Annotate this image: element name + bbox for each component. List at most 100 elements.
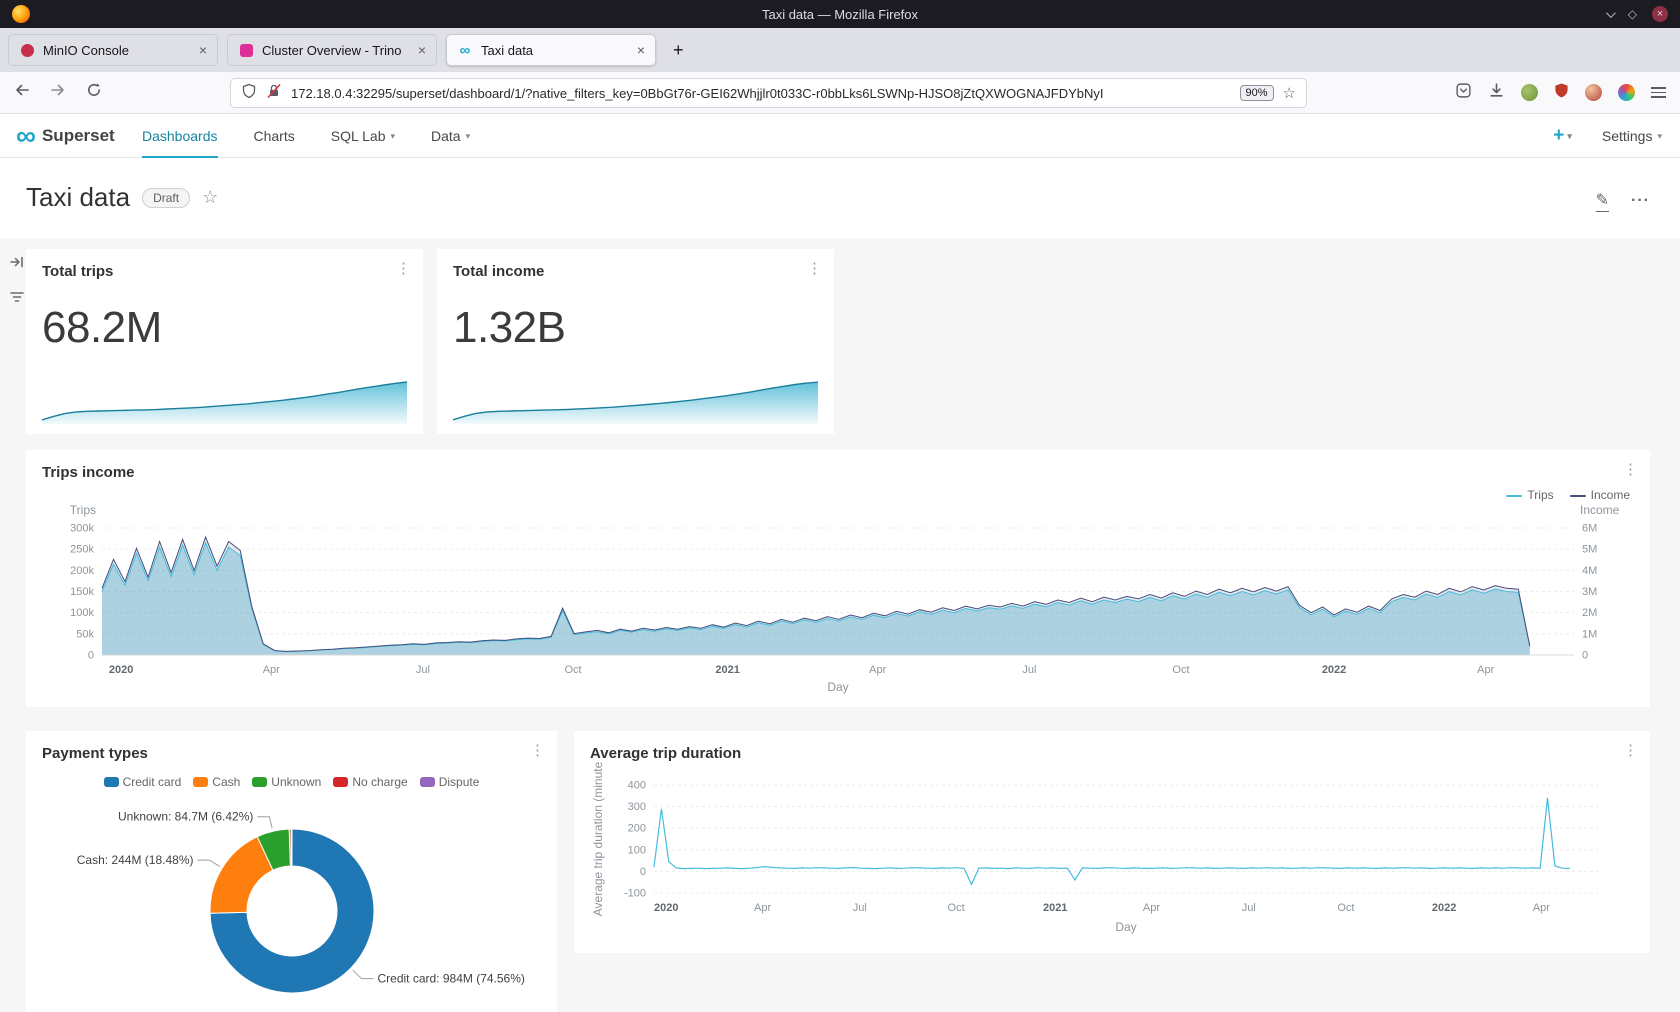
minimize-button[interactable]: [1606, 5, 1613, 23]
close-window-button[interactable]: ×: [1652, 6, 1668, 22]
new-object-button[interactable]: +▾: [1553, 125, 1572, 147]
tab-label: Cluster Overview - Trino: [262, 43, 410, 58]
edit-dashboard-icon[interactable]: ✎: [1596, 190, 1609, 212]
svg-text:200k: 200k: [70, 565, 94, 577]
svg-text:250k: 250k: [70, 544, 94, 556]
tab-trino-cluster-overview[interactable]: Cluster Overview - Trino ×: [227, 34, 437, 66]
svg-text:6M: 6M: [1582, 523, 1597, 535]
card-total-trips: Total trips ⋮ 68.2M: [26, 249, 423, 434]
svg-text:100k: 100k: [70, 607, 94, 619]
svg-text:Apr: Apr: [1477, 664, 1494, 676]
url-bar[interactable]: 172.18.0.4:32295/superset/dashboard/1/?n…: [230, 78, 1307, 108]
svg-text:1M: 1M: [1582, 628, 1597, 640]
tab-minio-console[interactable]: MinIO Console ×: [8, 34, 218, 66]
chevron-down-icon: ▾: [1567, 131, 1572, 142]
maximize-button[interactable]: ◇: [1628, 7, 1637, 21]
svg-text:Day: Day: [827, 680, 848, 694]
zoom-level-badge[interactable]: 90%: [1240, 85, 1274, 101]
svg-text:0: 0: [1582, 650, 1588, 662]
tab-label: MinIO Console: [43, 43, 191, 58]
card-title: Total income: [453, 263, 544, 280]
reload-button[interactable]: [86, 82, 102, 103]
svg-text:2022: 2022: [1322, 664, 1346, 676]
kebab-menu-icon[interactable]: ⋮: [396, 261, 411, 276]
avg-trip-duration-chart: 4003002001000-1002020AprJulOct2021AprJul…: [590, 771, 1634, 943]
chevron-down-icon: ▾: [1657, 131, 1662, 142]
superset-favicon: ∞: [457, 42, 473, 58]
chevron-down-icon: ▾: [390, 131, 395, 142]
downloads-icon[interactable]: [1488, 82, 1505, 104]
svg-text:Jul: Jul: [416, 664, 430, 676]
kebab-menu-icon[interactable]: ⋮: [807, 261, 822, 276]
forward-button[interactable]: [50, 82, 66, 103]
firefox-window: Taxi data — Mozilla Firefox ◇ × MinIO Co…: [0, 0, 1680, 1012]
svg-text:0: 0: [88, 650, 94, 662]
svg-text:Cash: 244M (18.48%): Cash: 244M (18.48%): [77, 853, 194, 867]
ublock-shield-icon[interactable]: [1554, 82, 1569, 104]
account-avatar[interactable]: [1585, 84, 1602, 101]
tab-taxi-data[interactable]: ∞ Taxi data ×: [446, 34, 656, 66]
chevron-down-icon: ▾: [466, 131, 471, 142]
svg-text:2M: 2M: [1582, 607, 1597, 619]
superset-logo[interactable]: ∞ Superset: [16, 114, 115, 158]
nav-item-charts[interactable]: Charts: [254, 114, 295, 158]
filter-rail: [9, 254, 25, 310]
svg-text:2020: 2020: [654, 902, 678, 914]
svg-text:Jul: Jul: [1022, 664, 1036, 676]
svg-text:2020: 2020: [109, 664, 133, 676]
svg-text:0: 0: [640, 866, 646, 878]
trino-favicon: [238, 42, 254, 58]
expand-filter-bar-icon[interactable]: [9, 254, 25, 275]
trips-income-chart: 300k250k200k150k100k50k06M5M4M3M2M1M0Tri…: [42, 494, 1634, 699]
svg-text:Jul: Jul: [1242, 902, 1256, 914]
window-title: Taxi data — Mozilla Firefox: [0, 7, 1680, 22]
card-title: Average trip duration: [590, 745, 741, 762]
svg-text:Trips: Trips: [70, 503, 96, 517]
bookmark-star-icon[interactable]: ☆: [1283, 84, 1296, 102]
chevron-down-icon: [1606, 8, 1616, 18]
settings-menu[interactable]: Settings▾: [1602, 128, 1662, 144]
card-total-income: Total income ⋮ 1.32B: [437, 249, 834, 434]
window-titlebar: Taxi data — Mozilla Firefox ◇ ×: [0, 0, 1680, 28]
url-text[interactable]: 172.18.0.4:32295/superset/dashboard/1/?n…: [291, 86, 1231, 101]
pocket-icon[interactable]: [1455, 82, 1472, 104]
tab-label: Taxi data: [481, 43, 629, 58]
insecure-lock-icon[interactable]: [266, 83, 282, 104]
kebab-menu-icon[interactable]: ⋮: [1623, 743, 1638, 758]
svg-text:300k: 300k: [70, 523, 94, 535]
svg-text:Apr: Apr: [869, 664, 886, 676]
tab-close-icon[interactable]: ×: [199, 43, 207, 57]
more-options-icon[interactable]: ···: [1631, 192, 1650, 210]
favorite-star-icon[interactable]: ☆: [202, 187, 218, 208]
extension-icon[interactable]: [1521, 84, 1538, 101]
svg-text:Apr: Apr: [1533, 902, 1550, 914]
svg-text:Oct: Oct: [564, 664, 581, 676]
total-income-value: 1.32B: [453, 303, 565, 353]
svg-text:Apr: Apr: [1143, 902, 1160, 914]
nav-item-dashboards[interactable]: Dashboards: [142, 114, 218, 158]
extension-pinwheel-icon[interactable]: [1618, 84, 1635, 101]
tab-bar: MinIO Console × Cluster Overview - Trino…: [0, 28, 1680, 72]
svg-text:100: 100: [628, 844, 646, 856]
filter-icon[interactable]: [9, 289, 25, 310]
svg-text:300: 300: [628, 801, 646, 813]
svg-text:400: 400: [628, 780, 646, 792]
nav-item-data[interactable]: Data▾: [431, 114, 470, 158]
svg-text:2021: 2021: [715, 664, 739, 676]
total-trips-value: 68.2M: [42, 303, 162, 353]
svg-text:3M: 3M: [1582, 586, 1597, 598]
svg-text:2022: 2022: [1432, 902, 1456, 914]
firefox-logo-icon: [12, 5, 30, 23]
tab-close-icon[interactable]: ×: [637, 43, 645, 57]
new-tab-button[interactable]: +: [665, 40, 692, 61]
shield-icon[interactable]: [241, 83, 257, 104]
menu-hamburger-icon[interactable]: [1651, 87, 1666, 98]
svg-text:Oct: Oct: [948, 902, 965, 914]
back-button[interactable]: [14, 82, 30, 103]
t tab-close-icon[interactable]: ×: [418, 43, 426, 57]
svg-text:Income: Income: [1580, 503, 1620, 517]
kebab-menu-icon[interactable]: ⋮: [530, 743, 545, 758]
minio-favicon: [19, 42, 35, 58]
nav-item-sql-lab[interactable]: SQL Lab▾: [331, 114, 395, 158]
kebab-menu-icon[interactable]: ⋮: [1623, 462, 1638, 477]
